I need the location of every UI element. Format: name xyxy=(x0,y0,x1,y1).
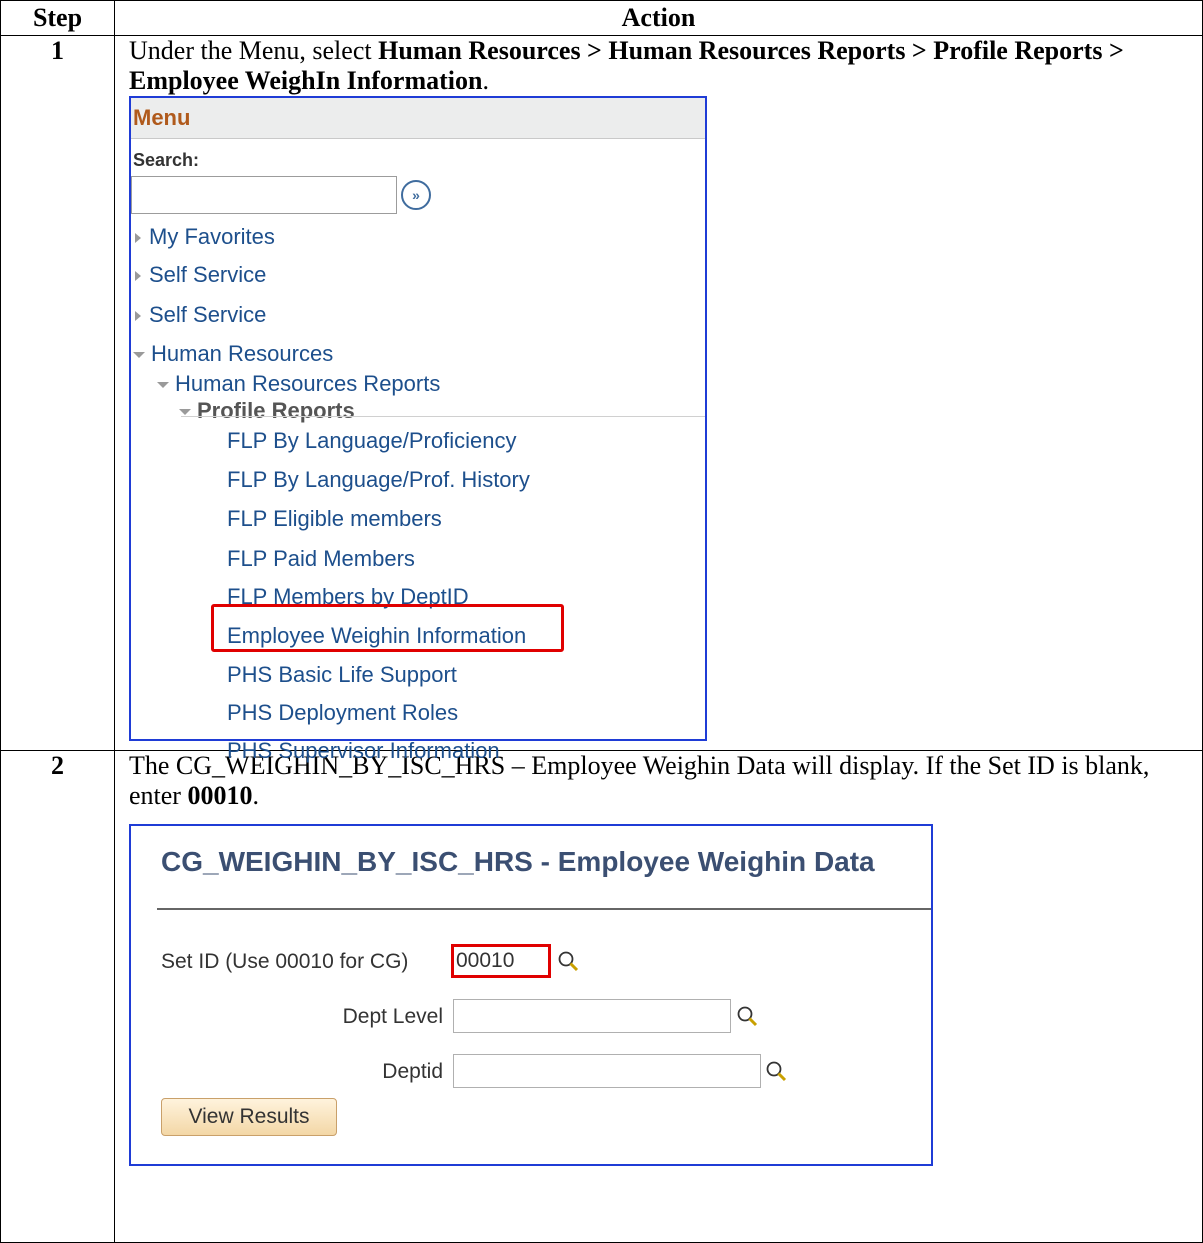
menu-item-phs-bls[interactable]: PHS Basic Life Support xyxy=(227,662,457,688)
header-action: Action xyxy=(114,0,1203,36)
search-input[interactable] xyxy=(131,176,397,214)
action-cell: Under the Menu, select Human Resources >… xyxy=(114,35,1203,763)
double-chevron-right-icon[interactable]: » xyxy=(401,180,431,210)
table-header-row: Step Action xyxy=(0,0,1203,36)
setid-input[interactable]: 00010 xyxy=(451,944,551,978)
header-step: Step xyxy=(0,0,115,36)
form-title: CG_WEIGHIN_BY_ISC_HRS - Employee Weighin… xyxy=(161,846,875,877)
menu-item-self-service-2[interactable]: Self Service xyxy=(135,302,266,328)
step-number: 2 xyxy=(0,750,115,1243)
menu-item-self-service[interactable]: Self Service xyxy=(135,262,266,288)
menu-title: Menu xyxy=(131,98,705,139)
magnifier-icon[interactable] xyxy=(557,950,579,972)
step-row-2: 2 The CG_WEIGHIN_BY_ISC_HRS – Employee W… xyxy=(0,750,1203,1243)
action-cell: The CG_WEIGHIN_BY_ISC_HRS – Employee Wei… xyxy=(114,750,1203,1243)
expanded-arrow-icon xyxy=(179,409,191,416)
menu-item-phs-deployment[interactable]: PHS Deployment Roles xyxy=(227,700,458,726)
menu-item-my-favorites[interactable]: My Favorites xyxy=(135,224,275,250)
menu-item-label: Self Service xyxy=(149,302,267,327)
menu-item-human-resources[interactable]: Human Resources xyxy=(133,341,333,367)
menu-item-label: Human Resources xyxy=(151,341,334,366)
setid-label: Set ID (Use 00010 for CG) xyxy=(161,950,409,973)
dept-level-label: Dept Level xyxy=(342,1005,443,1028)
menu-item-label: My Favorites xyxy=(149,224,275,249)
highlight-box xyxy=(211,604,564,652)
menu-item-hr-reports[interactable]: Human Resources Reports xyxy=(157,371,440,397)
step-number: 1 xyxy=(0,35,115,751)
divider xyxy=(157,908,931,910)
deptid-input[interactable] xyxy=(453,1054,761,1088)
menu-item-flp-history[interactable]: FLP By Language/Prof. History xyxy=(227,467,530,493)
collapsed-arrow-icon xyxy=(135,271,141,282)
menu-item-profile-reports[interactable]: Profile Reports xyxy=(179,398,355,424)
dept-level-input[interactable] xyxy=(453,999,731,1033)
instruction-suffix: . xyxy=(482,66,489,95)
magnifier-icon[interactable] xyxy=(765,1060,787,1082)
menu-item-flp-by-language[interactable]: FLP By Language/Proficiency xyxy=(227,428,516,454)
form-screenshot: CG_WEIGHIN_BY_ISC_HRS - Employee Weighin… xyxy=(129,824,933,1166)
menu-item-flp-eligible[interactable]: FLP Eligible members xyxy=(227,506,442,532)
collapsed-arrow-icon xyxy=(135,233,141,244)
magnifier-icon[interactable] xyxy=(736,1005,758,1027)
expanded-arrow-icon xyxy=(157,382,169,389)
menu-item-flp-paid[interactable]: FLP Paid Members xyxy=(227,546,415,572)
menu-item-label: Self Service xyxy=(149,262,267,287)
instruction-prefix: Under the Menu, select xyxy=(129,36,379,65)
view-results-button[interactable]: View Results xyxy=(161,1098,337,1136)
menu-item-phs-supervisor[interactable]: PHS Supervisor Information xyxy=(227,738,500,764)
expanded-arrow-icon xyxy=(133,352,145,359)
menu-item-label: Profile Reports xyxy=(197,398,355,423)
instruction-value: 00010 xyxy=(187,781,253,810)
divider xyxy=(181,416,705,417)
deptid-label: Deptid xyxy=(382,1060,443,1083)
step-row-1: 1 Under the Menu, select Human Resources… xyxy=(0,35,1203,763)
procedure-table: Step Action 1 Under the Menu, select Hum… xyxy=(0,0,1203,1243)
instruction-suffix: . xyxy=(252,781,259,810)
search-label: Search: xyxy=(133,150,200,170)
menu-screenshot: Menu Search: » My Favorites Self Service… xyxy=(129,96,707,763)
instruction-text: Under the Menu, select Human Resources >… xyxy=(129,36,1202,96)
collapsed-arrow-icon xyxy=(135,311,141,322)
menu-item-label: Human Resources Reports xyxy=(175,371,441,396)
